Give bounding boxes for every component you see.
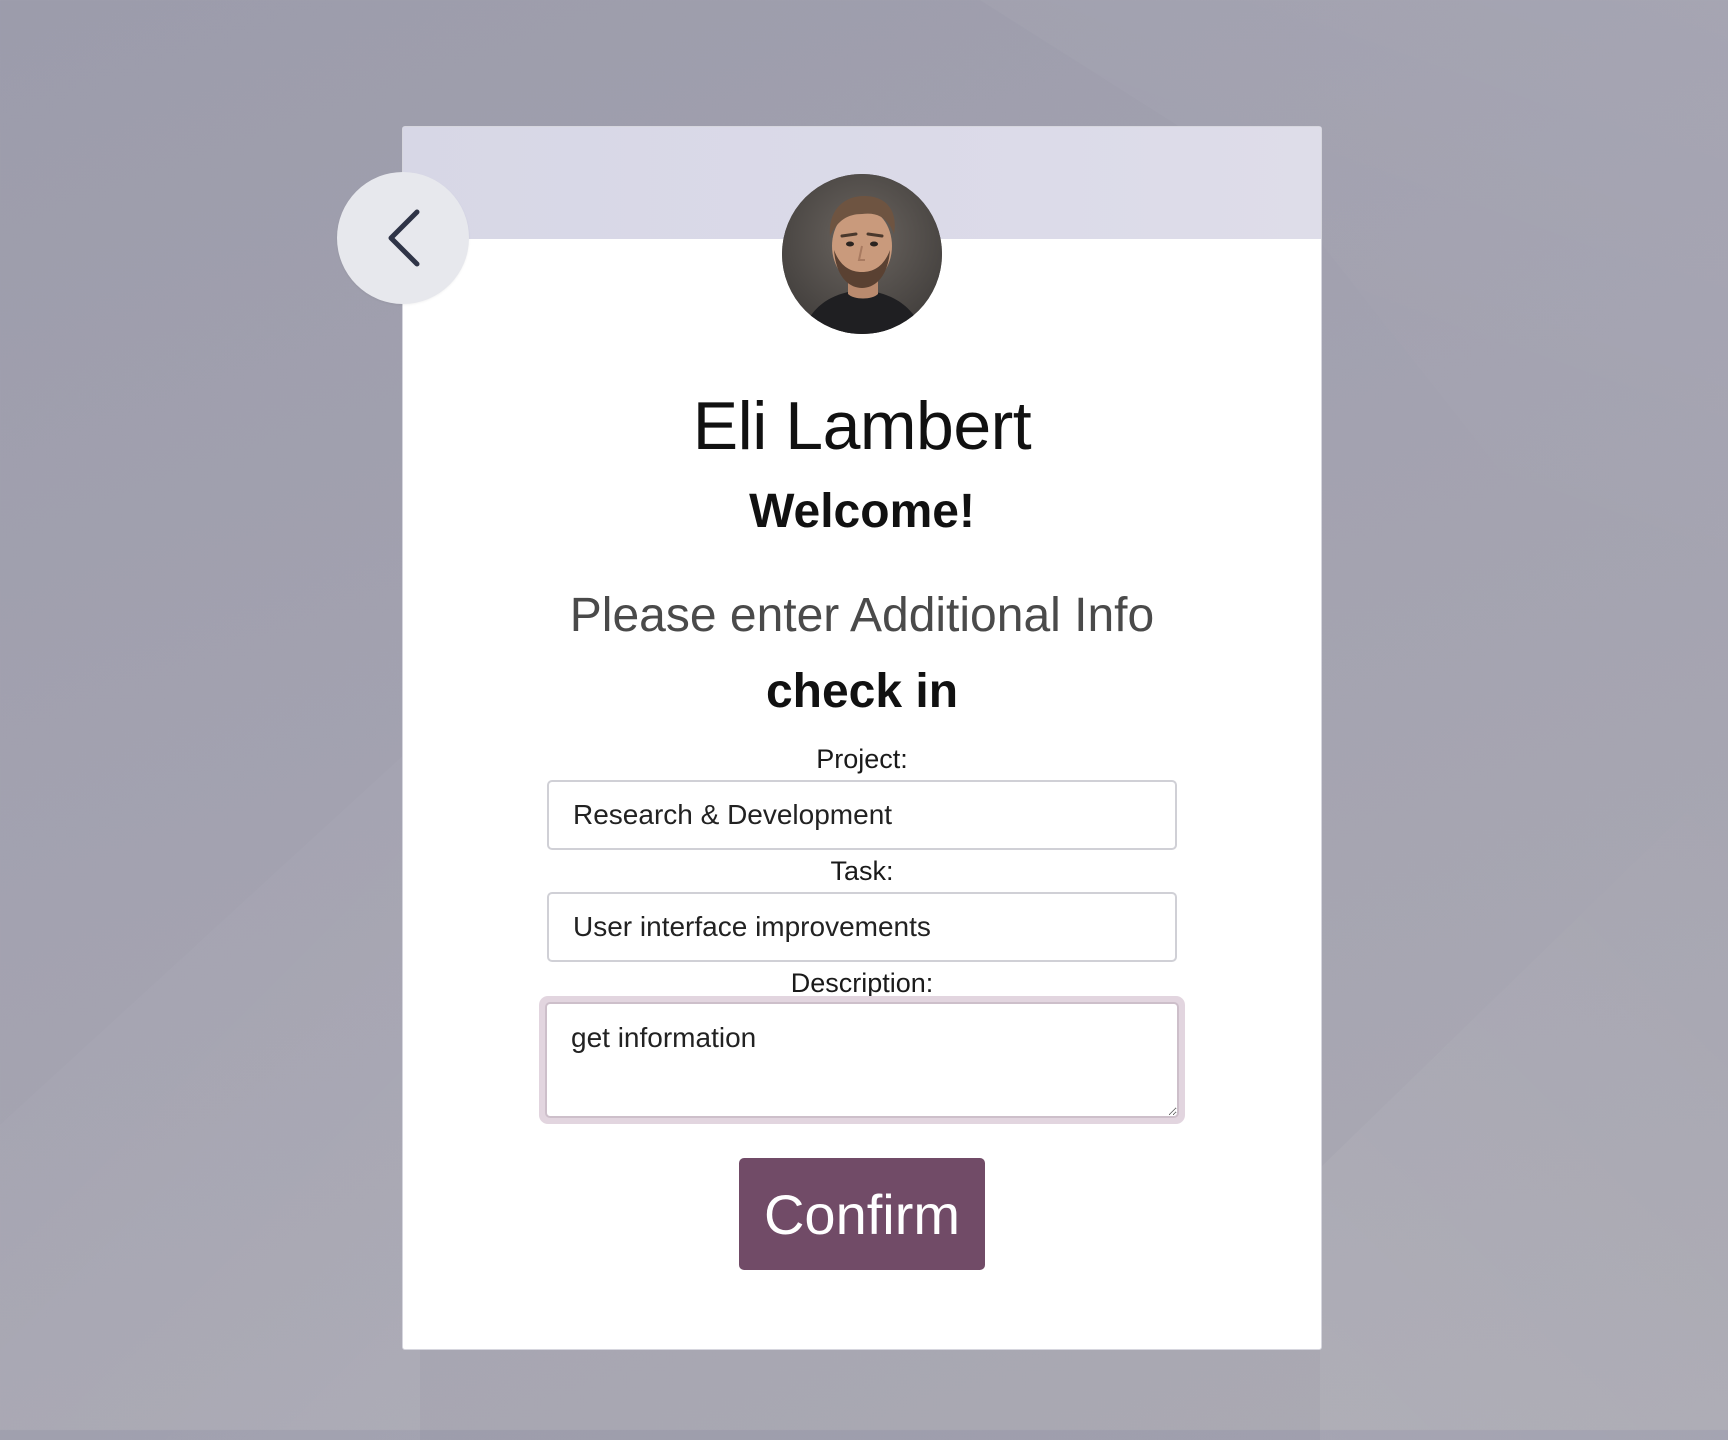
instruction-text: Please enter Additional Info: [569, 589, 1155, 642]
background-facet-right: [1320, 760, 1728, 1440]
project-label: Project:: [816, 744, 908, 774]
project-input[interactable]: [547, 780, 1177, 850]
employee-name: Eli Lambert: [692, 388, 1032, 464]
background-facet-left: [0, 740, 420, 1440]
confirm-button[interactable]: Confirm: [739, 1158, 985, 1270]
task-input[interactable]: [547, 892, 1177, 962]
description-focus-ring: get information: [539, 996, 1185, 1124]
task-label: Task:: [830, 856, 894, 886]
description-textarea[interactable]: get information: [545, 1002, 1179, 1118]
avatar: [782, 174, 942, 334]
description-label: Description:: [790, 968, 934, 998]
avatar-photo: [782, 174, 942, 334]
action-title: check in: [765, 665, 959, 718]
welcome-message: Welcome!: [749, 485, 975, 538]
back-button[interactable]: [337, 172, 469, 304]
chevron-left-icon: [388, 209, 420, 267]
